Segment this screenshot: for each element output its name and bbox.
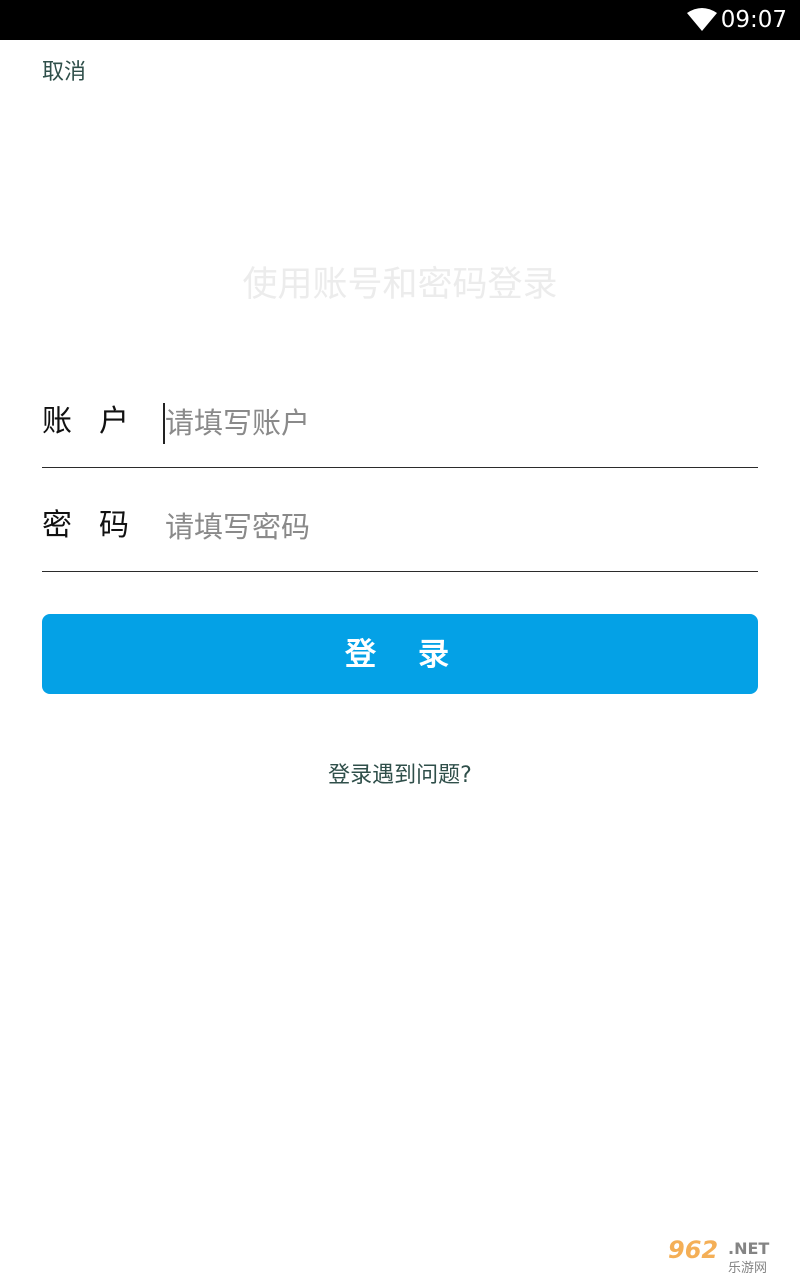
password-label: 密码 xyxy=(42,508,156,543)
login-button[interactable]: 登录 xyxy=(42,614,758,694)
svg-text:962: 962 xyxy=(668,1236,718,1264)
account-field-row: 账户 xyxy=(42,363,758,468)
password-field-row: 密码 xyxy=(42,467,758,572)
watermark-logo: 962 .NET 乐游网 xyxy=(662,1232,794,1276)
account-label: 账户 xyxy=(42,404,156,439)
status-bar: 09:07 xyxy=(0,0,800,40)
cancel-button[interactable]: 取消 xyxy=(42,57,86,89)
status-time: 09:07 xyxy=(720,7,787,33)
svg-text:.NET: .NET xyxy=(728,1239,769,1258)
text-cursor xyxy=(163,403,165,444)
wifi-icon xyxy=(687,8,717,31)
account-input[interactable] xyxy=(163,399,745,447)
password-input[interactable] xyxy=(163,503,745,551)
svg-text:乐游网: 乐游网 xyxy=(728,1261,767,1276)
login-help-link[interactable]: 登录遇到问题? xyxy=(0,760,800,792)
page-title: 使用账号和密码登录 xyxy=(242,265,558,305)
